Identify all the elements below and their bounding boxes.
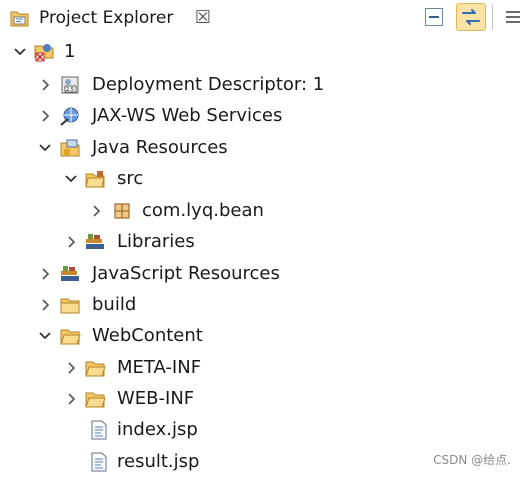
tree-node-web-inf[interactable]: WEB-INF (0, 384, 525, 414)
javascript-resources-icon (59, 263, 81, 285)
tree-node-label: WebContent (92, 325, 203, 346)
folder-icon (59, 294, 81, 316)
watermark: CSDN @给点. (433, 453, 511, 467)
tree-node-project[interactable]: 1 (0, 37, 525, 67)
tree-node-label: 1 (64, 41, 76, 62)
chevron-right-icon[interactable] (64, 234, 78, 250)
view-title: Project Explorer (39, 8, 174, 28)
chevron-down-icon[interactable] (38, 328, 52, 344)
tree-node-meta-inf[interactable]: META-INF (0, 353, 525, 383)
web-project-icon (33, 41, 55, 63)
chevron-down-icon[interactable] (13, 44, 27, 60)
tree-node-label: JavaScript Resources (92, 263, 280, 284)
chevron-down-icon[interactable] (38, 140, 52, 156)
tree-node-file-index[interactable]: index.jsp (0, 415, 525, 445)
tree-node-label: Libraries (117, 231, 195, 252)
tree-node-label: build (92, 294, 137, 315)
tree-node-label: WEB-INF (117, 388, 195, 409)
collapse-all-icon[interactable] (422, 5, 446, 29)
tab-project-explorer[interactable]: Project Explorer ☒ (0, 0, 226, 37)
link-with-editor-icon[interactable] (456, 3, 486, 31)
tree-node-src[interactable]: src (0, 164, 525, 194)
jsp-file-icon (88, 451, 110, 473)
tree-node-label: Java Resources (92, 137, 228, 158)
tree-node-jaxws[interactable]: JAX-WS Web Services (0, 101, 525, 131)
tree-node-webcontent[interactable]: WebContent (0, 321, 525, 351)
chevron-right-icon[interactable] (38, 297, 52, 313)
tree-node-javascript-resources[interactable]: JavaScript Resources (0, 259, 525, 289)
open-folder-icon (59, 325, 81, 347)
package-icon (111, 200, 133, 222)
tree-node-label: index.jsp (117, 419, 198, 440)
jsp-file-icon (88, 419, 110, 441)
chevron-right-icon[interactable] (64, 391, 78, 407)
tree-node-label: Deployment Descriptor: 1 (92, 74, 325, 95)
tree-node-package[interactable]: com.lyq.bean (0, 196, 525, 226)
chevron-right-icon[interactable] (64, 360, 78, 376)
close-icon[interactable]: ☒ (193, 8, 213, 28)
view-header: Project Explorer ☒ (0, 0, 525, 37)
project-explorer-icon (9, 8, 30, 29)
tree-node-java-resources[interactable]: Java Resources (0, 133, 525, 163)
java-resources-icon (59, 137, 81, 159)
tree-node-label: result.jsp (117, 451, 200, 472)
libraries-icon (84, 231, 106, 253)
tree-node-label: src (117, 168, 144, 189)
chevron-right-icon[interactable] (89, 203, 103, 219)
open-folder-icon (84, 357, 106, 379)
source-folder-icon (84, 168, 106, 190)
chevron-down-icon[interactable] (64, 171, 78, 187)
chevron-right-icon[interactable] (38, 266, 52, 282)
open-folder-icon (84, 388, 106, 410)
chevron-right-icon[interactable] (38, 77, 52, 93)
project-tree: 1 2.5 Deployment Descriptor: 1 JAX-WS We… (0, 37, 525, 478)
view-menu-icon[interactable] (503, 5, 525, 29)
toolbar-separator (492, 4, 493, 30)
chevron-right-icon[interactable] (38, 108, 52, 124)
tree-node-label: JAX-WS Web Services (92, 105, 283, 126)
web-services-icon (59, 105, 81, 127)
tree-node-build[interactable]: build (0, 290, 525, 320)
tree-node-label: META-INF (117, 357, 202, 378)
tree-node-deployment-descriptor[interactable]: 2.5 Deployment Descriptor: 1 (0, 70, 525, 100)
tree-node-libraries[interactable]: Libraries (0, 227, 525, 257)
tree-node-label: com.lyq.bean (142, 200, 264, 221)
deployment-descriptor-icon: 2.5 (59, 74, 81, 96)
svg-text:2.5: 2.5 (66, 87, 74, 93)
